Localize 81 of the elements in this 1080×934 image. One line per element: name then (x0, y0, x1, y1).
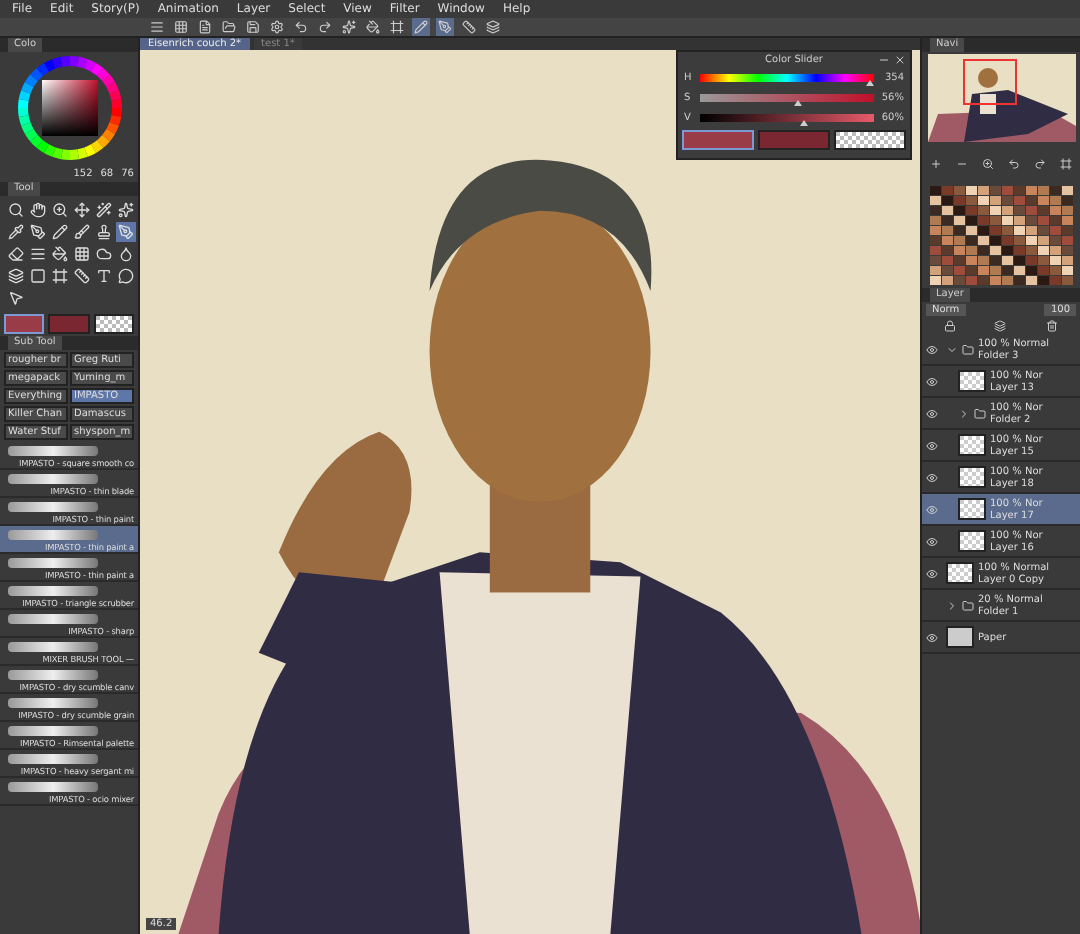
color-slider[interactable] (700, 114, 874, 122)
rotate-right-icon[interactable] (1033, 158, 1046, 170)
grid-icon[interactable] (72, 244, 92, 264)
trash-icon[interactable] (1046, 320, 1059, 332)
eraser-icon[interactable] (6, 244, 26, 264)
hand-icon[interactable] (28, 200, 48, 220)
color-palette-drawing[interactable] (929, 186, 1073, 286)
eye-icon[interactable] (926, 535, 938, 547)
chevron-right-icon[interactable] (946, 599, 958, 611)
move-icon[interactable] (72, 200, 92, 220)
layer-thumbnail (958, 498, 986, 520)
chevron-down-icon[interactable] (946, 343, 958, 355)
sparkle-icon[interactable] (340, 18, 358, 36)
eye-icon[interactable] (926, 503, 938, 515)
brush-icon[interactable] (72, 222, 92, 242)
stamp-icon[interactable] (94, 222, 114, 242)
wand-icon[interactable] (94, 200, 114, 220)
new-file-icon[interactable] (196, 18, 214, 36)
text-icon[interactable] (94, 266, 114, 286)
eye-icon[interactable] (926, 631, 938, 643)
minimize-icon[interactable] (878, 54, 890, 66)
layers-icon[interactable] (484, 18, 502, 36)
folder-icon (974, 407, 986, 419)
settings-icon[interactable] (268, 18, 286, 36)
eye-icon[interactable] (926, 471, 938, 483)
search-icon[interactable] (6, 200, 26, 220)
pointer-icon[interactable] (6, 288, 26, 308)
undo-icon[interactable] (292, 18, 310, 36)
eye-icon[interactable] (926, 407, 938, 419)
zoom-out-icon[interactable] (956, 158, 969, 170)
sparkle-icon[interactable] (116, 200, 136, 220)
rotate-left-icon[interactable] (1007, 158, 1020, 170)
eye-icon[interactable] (926, 439, 938, 451)
layer-thumbnail (958, 530, 986, 552)
pen-icon[interactable] (28, 222, 48, 242)
color-swatch[interactable] (682, 130, 754, 150)
lines-icon[interactable] (28, 244, 48, 264)
layers-icon[interactable] (6, 266, 26, 286)
eye-icon[interactable] (926, 375, 938, 387)
eye-icon[interactable] (926, 343, 938, 355)
zoom-icon[interactable] (982, 158, 995, 170)
layer-thumbnail (946, 562, 974, 584)
droplet-icon[interactable] (116, 244, 136, 264)
close-icon[interactable] (894, 54, 906, 66)
open-folder-icon[interactable] (220, 18, 238, 36)
frame-icon[interactable] (388, 18, 406, 36)
folder-icon (962, 599, 974, 611)
ruler-icon[interactable] (460, 18, 478, 36)
layer-thumbnail (946, 626, 974, 648)
frame-icon[interactable] (50, 266, 70, 286)
chevron-right-icon[interactable] (958, 407, 970, 419)
color-slider[interactable] (700, 74, 874, 82)
transparent-swatch[interactable] (834, 130, 906, 150)
square-icon[interactable] (28, 266, 48, 286)
speech-bubble-icon[interactable] (116, 266, 136, 286)
color-swatch[interactable] (4, 314, 45, 334)
color-slider[interactable] (700, 94, 874, 102)
folder-icon (962, 343, 974, 355)
redo-icon[interactable] (316, 18, 334, 36)
zoom-icon[interactable] (50, 200, 70, 220)
lock-icon[interactable] (943, 320, 956, 332)
eye-icon[interactable] (926, 567, 938, 579)
slider-thumb[interactable] (793, 100, 802, 106)
layer-thumbnail (958, 370, 986, 392)
color-swatch[interactable] (48, 314, 90, 334)
zoom-in-icon[interactable] (930, 158, 943, 170)
cloud-icon[interactable] (94, 244, 114, 264)
layer-thumbnail (958, 466, 986, 488)
lines-icon[interactable] (148, 18, 166, 36)
dropper-icon[interactable] (6, 222, 26, 242)
slider-thumb[interactable] (866, 80, 875, 86)
transparent-swatch[interactable] (93, 314, 134, 334)
save-icon[interactable] (244, 18, 262, 36)
layer-thumbnail (958, 434, 986, 456)
grid-icon[interactable] (172, 18, 190, 36)
ruler-icon[interactable] (72, 266, 92, 286)
pencil-icon[interactable] (50, 222, 70, 242)
color-swatch[interactable] (758, 130, 830, 150)
bucket-icon[interactable] (364, 18, 382, 36)
bucket-icon[interactable] (50, 244, 70, 264)
layers-icon[interactable] (994, 320, 1007, 332)
